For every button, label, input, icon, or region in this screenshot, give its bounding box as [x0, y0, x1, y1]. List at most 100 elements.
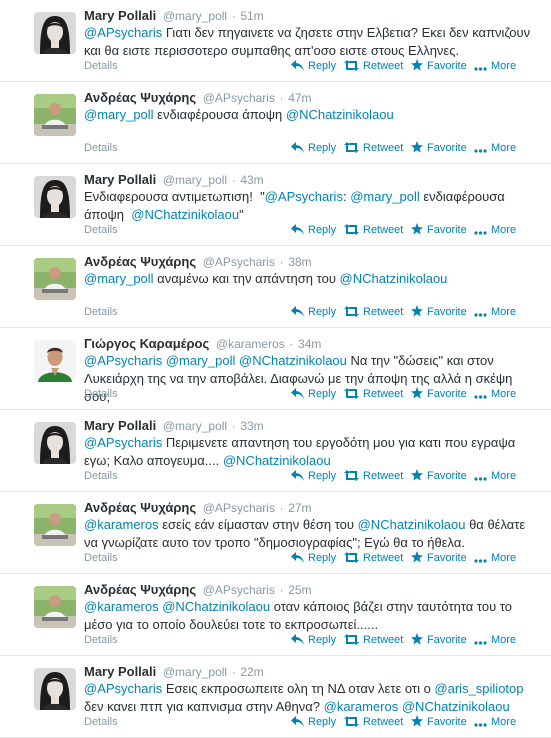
- avatar[interactable]: [34, 422, 76, 464]
- tweet[interactable]: Ανδρέας Ψυχάρης @APsycharis · 27m @karam…: [0, 492, 551, 574]
- favorite-button[interactable]: Favorite: [411, 140, 467, 156]
- author-username[interactable]: @APsycharis: [203, 583, 275, 597]
- favorite-button[interactable]: Favorite: [411, 58, 467, 74]
- author-fullname[interactable]: Mary Pollali: [84, 172, 156, 187]
- retweet-button[interactable]: Retweet: [344, 714, 403, 730]
- mention-link[interactable]: @mary_poll: [84, 271, 154, 286]
- more-button[interactable]: More: [474, 58, 516, 74]
- tweet-timestamp[interactable]: 33m: [240, 419, 263, 433]
- avatar[interactable]: [34, 586, 76, 628]
- mention-link[interactable]: @NChatzinikolaou: [162, 599, 270, 614]
- tweet-timestamp[interactable]: 38m: [288, 255, 311, 269]
- author-username[interactable]: @APsycharis: [203, 255, 275, 269]
- tweet-timestamp[interactable]: 43m: [240, 173, 263, 187]
- tweet-timestamp[interactable]: 34m: [298, 337, 321, 351]
- tweet[interactable]: Ανδρέας Ψυχάρης @APsycharis · 25m @karam…: [0, 574, 551, 656]
- mention-link[interactable]: @karameros: [84, 599, 159, 614]
- tweet[interactable]: Mary Pollali @mary_poll · 43m Ενδιαφερου…: [0, 164, 551, 246]
- mention-link[interactable]: @APsycharis: [84, 353, 162, 368]
- favorite-button[interactable]: Favorite: [411, 550, 467, 566]
- author-username[interactable]: @APsycharis: [203, 91, 275, 105]
- author-fullname[interactable]: Mary Pollali: [84, 664, 156, 679]
- reply-button[interactable]: Reply: [291, 468, 336, 484]
- author-username[interactable]: @APsycharis: [203, 501, 275, 515]
- author-username[interactable]: @karameros: [216, 337, 285, 351]
- details-link[interactable]: Details: [84, 304, 118, 320]
- mention-link[interactable]: @APsycharis: [84, 435, 162, 450]
- reply-button[interactable]: Reply: [291, 304, 336, 320]
- mention-link[interactable]: @APsycharis: [84, 681, 162, 696]
- mention-link[interactable]: @mary_poll: [84, 107, 154, 122]
- author-fullname[interactable]: Mary Pollali: [84, 8, 156, 23]
- mention-link[interactable]: @APsycharis: [84, 25, 162, 40]
- retweet-button[interactable]: Retweet: [344, 550, 403, 566]
- avatar[interactable]: [34, 668, 76, 710]
- reply-button[interactable]: Reply: [291, 386, 336, 402]
- retweet-button[interactable]: Retweet: [344, 386, 403, 402]
- mention-link[interactable]: @NChatzinikolaou: [131, 207, 239, 222]
- author-username[interactable]: @mary_poll: [163, 173, 227, 187]
- retweet-button[interactable]: Retweet: [344, 632, 403, 648]
- mention-link[interactable]: @NChatzinikolaou: [239, 353, 347, 368]
- avatar[interactable]: [34, 94, 76, 136]
- mention-link[interactable]: @NChatzinikolaou: [402, 699, 510, 714]
- retweet-button[interactable]: Retweet: [344, 140, 403, 156]
- details-link[interactable]: Details: [84, 468, 118, 484]
- more-button[interactable]: More: [474, 386, 516, 402]
- reply-button[interactable]: Reply: [291, 58, 336, 74]
- author-fullname[interactable]: Ανδρέας Ψυχάρης: [84, 582, 196, 597]
- mention-link[interactable]: @APsycharis: [265, 189, 343, 204]
- reply-button[interactable]: Reply: [291, 140, 336, 156]
- mention-link[interactable]: @NChatzinikolaou: [286, 107, 394, 122]
- details-link[interactable]: Details: [84, 58, 118, 74]
- details-link[interactable]: Details: [84, 632, 118, 648]
- author-fullname[interactable]: Mary Pollali: [84, 418, 156, 433]
- mention-link[interactable]: @NChatzinikolaou: [340, 271, 448, 286]
- details-link[interactable]: Details: [84, 386, 118, 402]
- reply-button[interactable]: Reply: [291, 550, 336, 566]
- author-fullname[interactable]: Γιώργος Καραμέρος: [84, 336, 209, 351]
- mention-link[interactable]: @karameros: [324, 699, 399, 714]
- tweet[interactable]: Mary Pollali @mary_poll · 33m @APsychari…: [0, 410, 551, 492]
- favorite-button[interactable]: Favorite: [411, 632, 467, 648]
- more-button[interactable]: More: [474, 714, 516, 730]
- author-username[interactable]: @mary_poll: [163, 419, 227, 433]
- mention-link[interactable]: @karameros: [84, 517, 159, 532]
- tweet-timestamp[interactable]: 47m: [288, 91, 311, 105]
- tweet[interactable]: Ανδρέας Ψυχάρης @APsycharis · 47m @mary_…: [0, 82, 551, 164]
- mention-link[interactable]: @mary_poll: [166, 353, 236, 368]
- more-button[interactable]: More: [474, 140, 516, 156]
- more-button[interactable]: More: [474, 468, 516, 484]
- mention-link[interactable]: @aris_spiliotop: [434, 681, 523, 696]
- reply-button[interactable]: Reply: [291, 632, 336, 648]
- favorite-button[interactable]: Favorite: [411, 304, 467, 320]
- retweet-button[interactable]: Retweet: [344, 304, 403, 320]
- details-link[interactable]: Details: [84, 140, 118, 156]
- more-button[interactable]: More: [474, 632, 516, 648]
- favorite-button[interactable]: Favorite: [411, 468, 467, 484]
- author-fullname[interactable]: Ανδρέας Ψυχάρης: [84, 254, 196, 269]
- tweet-timestamp[interactable]: 22m: [240, 665, 263, 679]
- author-fullname[interactable]: Ανδρέας Ψυχάρης: [84, 90, 196, 105]
- favorite-button[interactable]: Favorite: [411, 386, 467, 402]
- tweet-timestamp[interactable]: 27m: [288, 501, 311, 515]
- more-button[interactable]: More: [474, 550, 516, 566]
- author-username[interactable]: @mary_poll: [163, 665, 227, 679]
- favorite-button[interactable]: Favorite: [411, 714, 467, 730]
- retweet-button[interactable]: Retweet: [344, 58, 403, 74]
- tweet[interactable]: Γιώργος Καραμέρος @karameros · 34m @APsy…: [0, 328, 551, 410]
- tweet-timestamp[interactable]: 51m: [240, 9, 263, 23]
- details-link[interactable]: Details: [84, 550, 118, 566]
- avatar[interactable]: [34, 176, 76, 218]
- tweet-timestamp[interactable]: 25m: [288, 583, 311, 597]
- more-button[interactable]: More: [474, 222, 516, 238]
- mention-link[interactable]: @mary_poll: [350, 189, 420, 204]
- avatar[interactable]: [34, 258, 76, 300]
- mention-link[interactable]: @NChatzinikolaou: [223, 453, 331, 468]
- author-username[interactable]: @mary_poll: [163, 9, 227, 23]
- reply-button[interactable]: Reply: [291, 222, 336, 238]
- avatar[interactable]: [34, 504, 76, 546]
- author-fullname[interactable]: Ανδρέας Ψυχάρης: [84, 500, 196, 515]
- mention-link[interactable]: @NChatzinikolaou: [358, 517, 466, 532]
- retweet-button[interactable]: Retweet: [344, 468, 403, 484]
